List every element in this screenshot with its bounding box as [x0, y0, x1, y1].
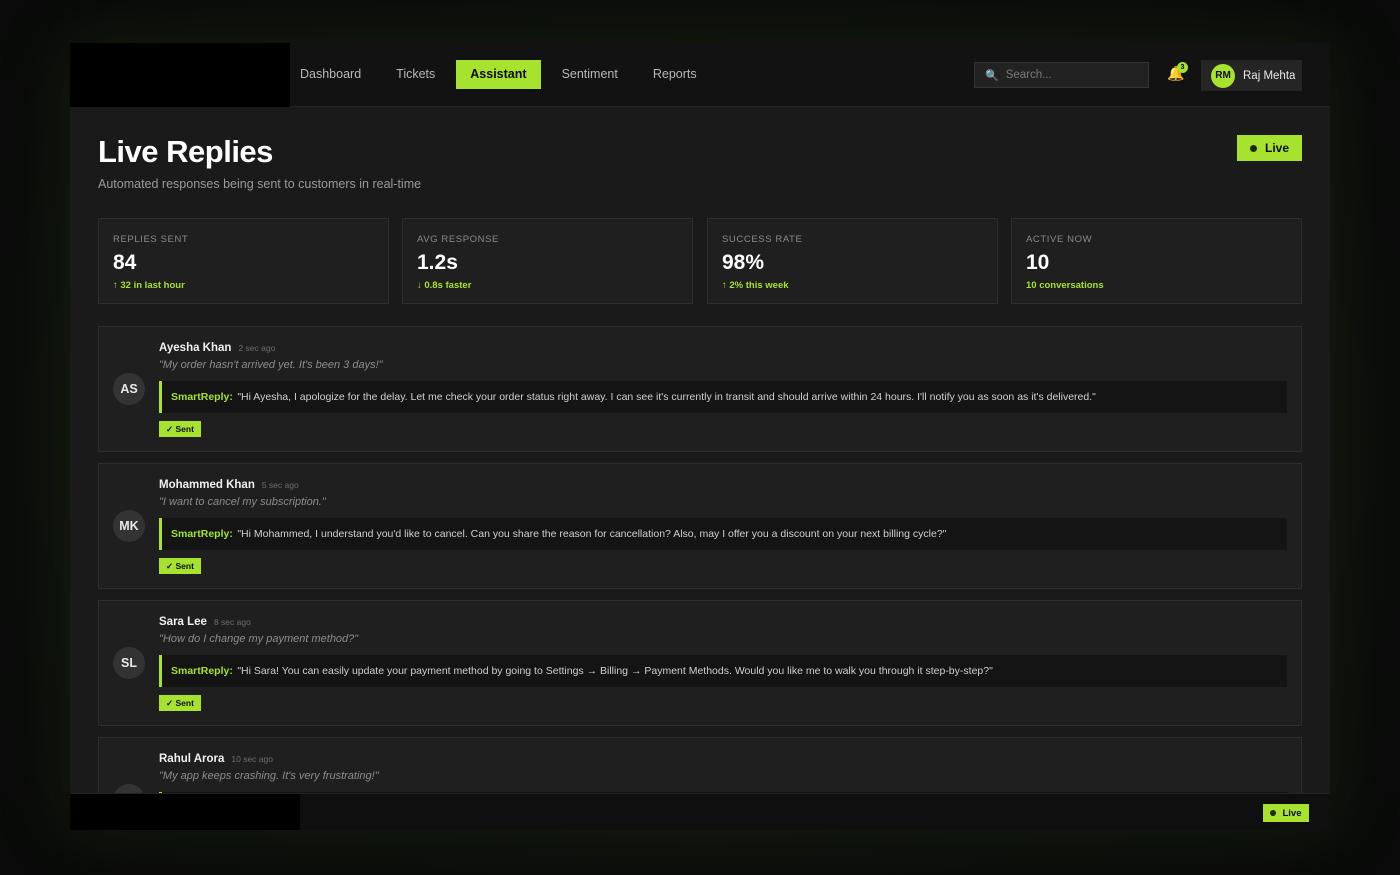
message-time: 2 sec ago [238, 343, 276, 353]
search-input[interactable] [1005, 69, 1136, 81]
live-label: Live [1282, 807, 1302, 819]
stat-value: 1.2s [417, 251, 458, 274]
stat-label: Replies Sent [113, 234, 189, 245]
card-header: Mohammed Khan 5 sec ago [159, 479, 299, 491]
stat-card-success-rate: Success Rate 98% ↑ 2% this week [707, 218, 998, 304]
user-avatar: RM [1211, 63, 1235, 88]
page-title: Live Replies [98, 134, 273, 169]
sent-status-badge: ✓ Sent [159, 421, 201, 437]
customer-avatar: AS [113, 373, 145, 405]
top-navigation-bar: Dashboard Tickets Assistant Sentiment Re… [70, 43, 1330, 107]
smart-reply: SmartReply: "Hi Mohammed, I understand y… [159, 518, 1287, 550]
card-header: Rahul Arora 10 sec ago [159, 753, 273, 765]
customer-name: Ayesha Khan [159, 342, 232, 354]
search-icon: 🔍 [985, 69, 999, 82]
smart-reply-text: "Hi Mohammed, I understand you'd like to… [237, 528, 947, 540]
live-status-button[interactable]: Live [1237, 135, 1302, 161]
stat-card-avg-response: Avg Response 1.2s ↓ 0.8s faster [402, 218, 693, 304]
customer-name: Sara Lee [159, 616, 207, 628]
nav-item-tickets[interactable]: Tickets [382, 60, 449, 89]
smart-reply-label: SmartReply: [171, 528, 233, 540]
smart-reply-text: "Hi Sara! You can easily update your pay… [237, 665, 993, 677]
logo-area [70, 43, 290, 107]
live-replies-feed: AS Ayesha Khan 2 sec ago "My order hasn'… [98, 326, 1302, 830]
stat-delta: ↓ 0.8s faster [417, 280, 472, 291]
stat-label: Avg Response [417, 234, 499, 245]
reply-card[interactable]: AS Ayesha Khan 2 sec ago "My order hasn'… [98, 326, 1302, 452]
message-time: 10 sec ago [231, 754, 273, 764]
stat-value: 10 [1026, 251, 1050, 274]
customer-avatar: SL [113, 647, 145, 679]
customer-message: "My order hasn't arrived yet. It's been … [159, 359, 383, 371]
app-window: Dashboard Tickets Assistant Sentiment Re… [70, 43, 1330, 830]
reply-card[interactable]: MK Mohammed Khan 5 sec ago "I want to ca… [98, 463, 1302, 589]
stat-card-replies-sent: Replies Sent 84 ↑ 32 in last hour [98, 218, 389, 304]
smart-reply: SmartReply: "Hi Sara! You can easily upd… [159, 655, 1287, 687]
stat-label: Active Now [1026, 234, 1093, 245]
bottom-status-bar: Live [70, 793, 1330, 830]
search-box[interactable]: 🔍 [974, 62, 1149, 88]
main-nav: Dashboard Tickets Assistant Sentiment Re… [290, 60, 711, 90]
card-header: Ayesha Khan 2 sec ago [159, 342, 275, 354]
customer-message: "How do I change my payment method?" [159, 633, 359, 645]
card-header: Sara Lee 8 sec ago [159, 616, 251, 628]
notifications-button[interactable]: 🔔 3 [1167, 62, 1188, 85]
nav-item-dashboard[interactable]: Dashboard [290, 60, 375, 89]
smart-reply-label: SmartReply: [171, 665, 233, 677]
stat-card-active-now: Active Now 10 10 conversations [1011, 218, 1302, 304]
nav-item-reports[interactable]: Reports [639, 60, 711, 89]
live-dot-icon [1249, 144, 1257, 152]
stat-delta: ↑ 32 in last hour [113, 280, 185, 291]
bottom-logo-area [70, 794, 300, 830]
reply-card[interactable]: SL Sara Lee 8 sec ago "How do I change m… [98, 600, 1302, 726]
message-time: 8 sec ago [213, 617, 251, 627]
sent-status-badge: ✓ Sent [159, 695, 201, 711]
smart-reply: SmartReply: "Hi Ayesha, I apologize for … [159, 381, 1287, 413]
nav-item-sentiment[interactable]: Sentiment [548, 60, 632, 89]
live-dot-icon [1270, 810, 1277, 816]
smart-reply-text: "Hi Ayesha, I apologize for the delay. L… [237, 391, 1096, 403]
customer-name: Rahul Arora [159, 753, 225, 765]
user-name: Raj Mehta [1243, 69, 1296, 82]
customer-message: "I want to cancel my subscription." [159, 496, 326, 508]
customer-message: "My app keeps crashing. It's very frustr… [159, 770, 379, 782]
smart-reply-label: SmartReply: [171, 391, 233, 403]
message-time: 5 sec ago [261, 480, 299, 490]
customer-avatar: MK [113, 510, 145, 542]
live-indicator[interactable]: Live [1263, 804, 1309, 822]
sent-status-badge: ✓ Sent [159, 558, 201, 574]
live-label: Live [1264, 141, 1289, 155]
page-subtitle: Automated responses being sent to custom… [98, 177, 422, 191]
notification-count-badge: 3 [1177, 62, 1188, 73]
nav-item-assistant[interactable]: Assistant [456, 60, 541, 89]
stat-value: 98% [722, 251, 765, 274]
customer-name: Mohammed Khan [159, 479, 255, 491]
stat-label: Success Rate [722, 234, 803, 245]
user-menu[interactable]: RM Raj Mehta [1201, 60, 1302, 91]
stat-delta: 10 conversations [1026, 280, 1104, 291]
stat-delta: ↑ 2% this week [722, 280, 789, 291]
stat-value: 84 [113, 251, 137, 274]
